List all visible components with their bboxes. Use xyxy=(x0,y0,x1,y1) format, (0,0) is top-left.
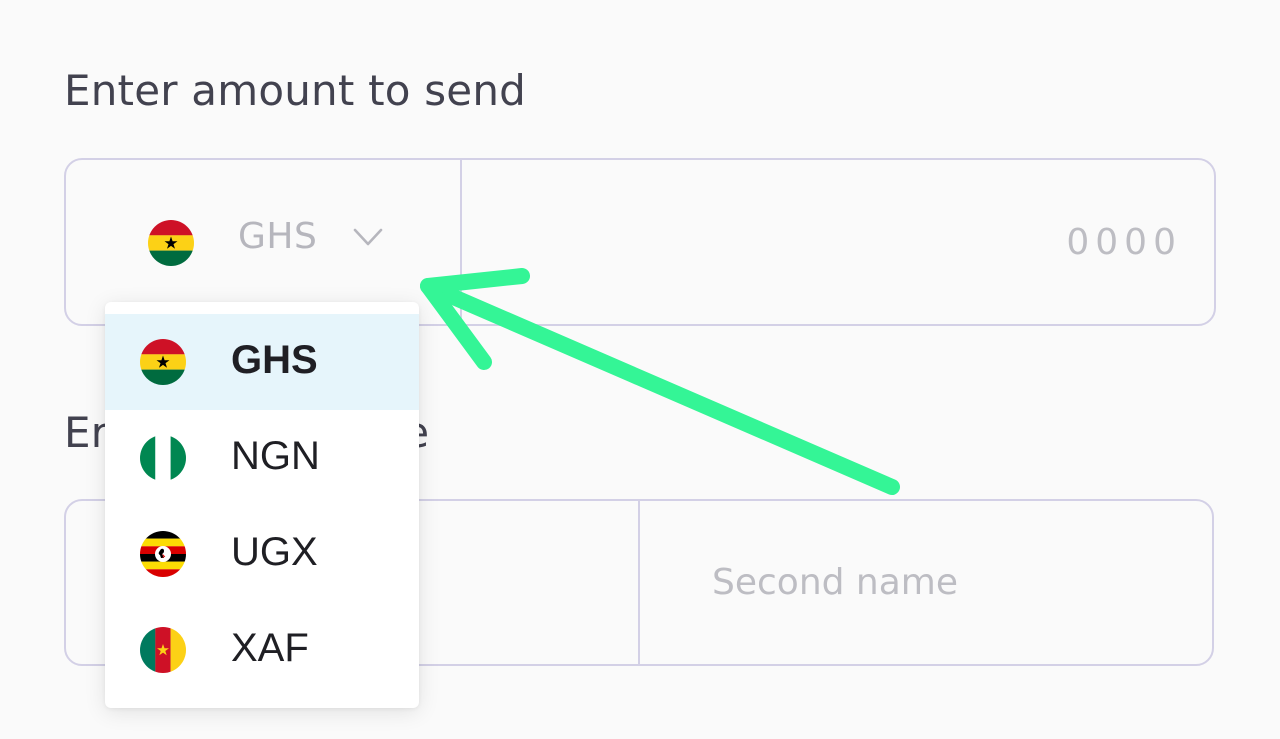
currency-option-ghs[interactable]: GHS xyxy=(105,314,419,410)
currency-option-label: XAF xyxy=(231,626,309,670)
amount-field: GHS xyxy=(64,158,1216,326)
ghana-flag-icon xyxy=(140,339,186,385)
ghana-flag-icon xyxy=(148,220,194,266)
second-name-input[interactable] xyxy=(712,501,1172,664)
currency-dropdown: GHS NGN UGX XAF xyxy=(105,302,419,708)
amount-input[interactable] xyxy=(462,160,1182,324)
currency-option-label: NGN xyxy=(231,434,320,478)
selected-currency-code: GHS xyxy=(238,216,318,257)
currency-option-ngn[interactable]: NGN xyxy=(105,410,419,506)
currency-option-ugx[interactable]: UGX xyxy=(105,506,419,602)
cameroon-flag-icon xyxy=(140,627,186,673)
field-divider xyxy=(638,501,640,664)
uganda-flag-icon xyxy=(140,531,186,577)
currency-select[interactable]: GHS xyxy=(66,160,460,324)
currency-option-label: GHS xyxy=(231,338,318,382)
chevron-down-icon xyxy=(353,228,383,246)
currency-option-label: UGX xyxy=(231,530,318,574)
amount-label: Enter amount to send xyxy=(64,66,527,115)
currency-option-xaf[interactable]: XAF xyxy=(105,602,419,698)
nigeria-flag-icon xyxy=(140,435,186,481)
